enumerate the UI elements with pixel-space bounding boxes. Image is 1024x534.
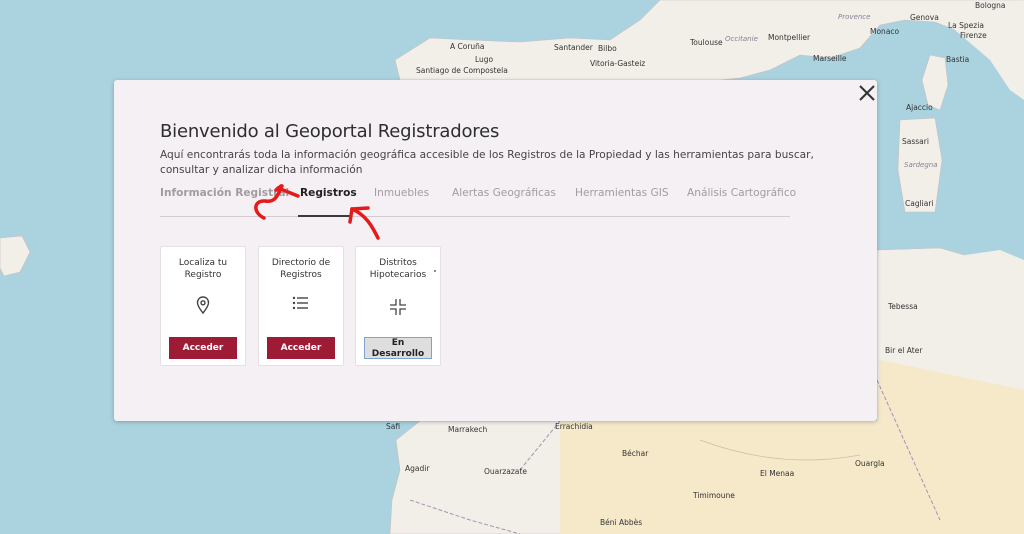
- map-label: Montpellier: [768, 33, 811, 42]
- crop-icon: [390, 299, 406, 315]
- close-icon[interactable]: [856, 82, 878, 104]
- active-tab-indicator: [298, 215, 350, 217]
- map-label: Ouarzazate: [484, 467, 527, 476]
- map-label: Agadir: [405, 464, 430, 473]
- map-label: Sardegna: [904, 161, 938, 169]
- map-label: Firenze: [960, 31, 987, 40]
- card-title: Distritos Hipotecarios: [369, 258, 427, 280]
- map-label: La Spezia: [948, 21, 984, 30]
- map-label: Provence: [838, 13, 871, 21]
- map-label: Marrakech: [448, 425, 488, 434]
- map-label: Santiago de Compostela: [416, 66, 508, 75]
- tab-herramientas-gis[interactable]: Herramientas GIS: [575, 187, 669, 199]
- map-label: Errachidia: [555, 422, 593, 431]
- map-label: Toulouse: [690, 38, 723, 47]
- location-pin-icon: [196, 296, 210, 315]
- map-label: Bir el Ater: [885, 346, 923, 355]
- tab-alertas-geograficas[interactable]: Alertas Geográficas: [452, 187, 556, 199]
- acceder-button[interactable]: Acceder: [169, 337, 237, 359]
- map-label: Béchar: [622, 449, 649, 458]
- tab-inmuebles[interactable]: Inmuebles: [374, 187, 429, 199]
- map-label: Monaco: [870, 27, 900, 36]
- map-label: Bilbo: [598, 44, 617, 53]
- map-label: A Coruña: [450, 42, 485, 51]
- tab-informacion-registral[interactable]: Información Registral: [160, 187, 289, 199]
- map-label: Timimoune: [693, 491, 735, 500]
- card-title: Directorio de Registros: [271, 258, 331, 280]
- en-desarrollo-button[interactable]: En Desarrollo: [364, 337, 432, 359]
- map-label: Occitanie: [725, 35, 758, 43]
- map-label: Santander: [554, 43, 593, 52]
- map-label: Safi: [386, 422, 401, 431]
- tab-analisis-cartografico[interactable]: Análisis Cartográfico: [687, 187, 796, 199]
- map-label: El Menaa: [760, 469, 795, 478]
- map-label: Bologna: [975, 1, 1006, 10]
- map-label: Béni Abbès: [600, 518, 643, 527]
- map-label: Lugo: [475, 55, 494, 64]
- tab-registros[interactable]: Registros: [300, 187, 357, 199]
- acceder-button[interactable]: Acceder: [267, 337, 335, 359]
- tab-bar: Información Registral Registros Inmueble…: [160, 184, 796, 217]
- map-label: Marseille: [813, 54, 847, 63]
- map-label: Ajaccio: [906, 103, 933, 112]
- card-localiza-registro: Localiza tu Registro Acceder: [160, 246, 246, 366]
- card-distritos-hipotecarios: Distritos Hipotecarios En Desarrollo: [355, 246, 441, 366]
- map-label: Vitoria-Gasteiz: [590, 59, 646, 68]
- card-directorio-registros: Directorio de Registros Acceder: [258, 246, 344, 366]
- card-title: Localiza tu Registro: [178, 258, 228, 280]
- map-label: Bastia: [946, 55, 970, 64]
- modal-title: Bienvenido al Geoportal Registradores: [160, 121, 500, 142]
- map-label: Sassari: [902, 137, 929, 146]
- welcome-modal: Bienvenido al Geoportal Registradores Aq…: [114, 80, 877, 421]
- map-label: Tebessa: [888, 302, 918, 311]
- map-label: Genova: [910, 13, 939, 22]
- decorative-dot: [434, 270, 436, 272]
- map-label: Ouargla: [855, 459, 885, 468]
- list-icon: [292, 296, 308, 310]
- map-label: Cagliari: [905, 199, 934, 208]
- modal-subtitle: Aquí encontrarás toda la información geo…: [160, 149, 814, 176]
